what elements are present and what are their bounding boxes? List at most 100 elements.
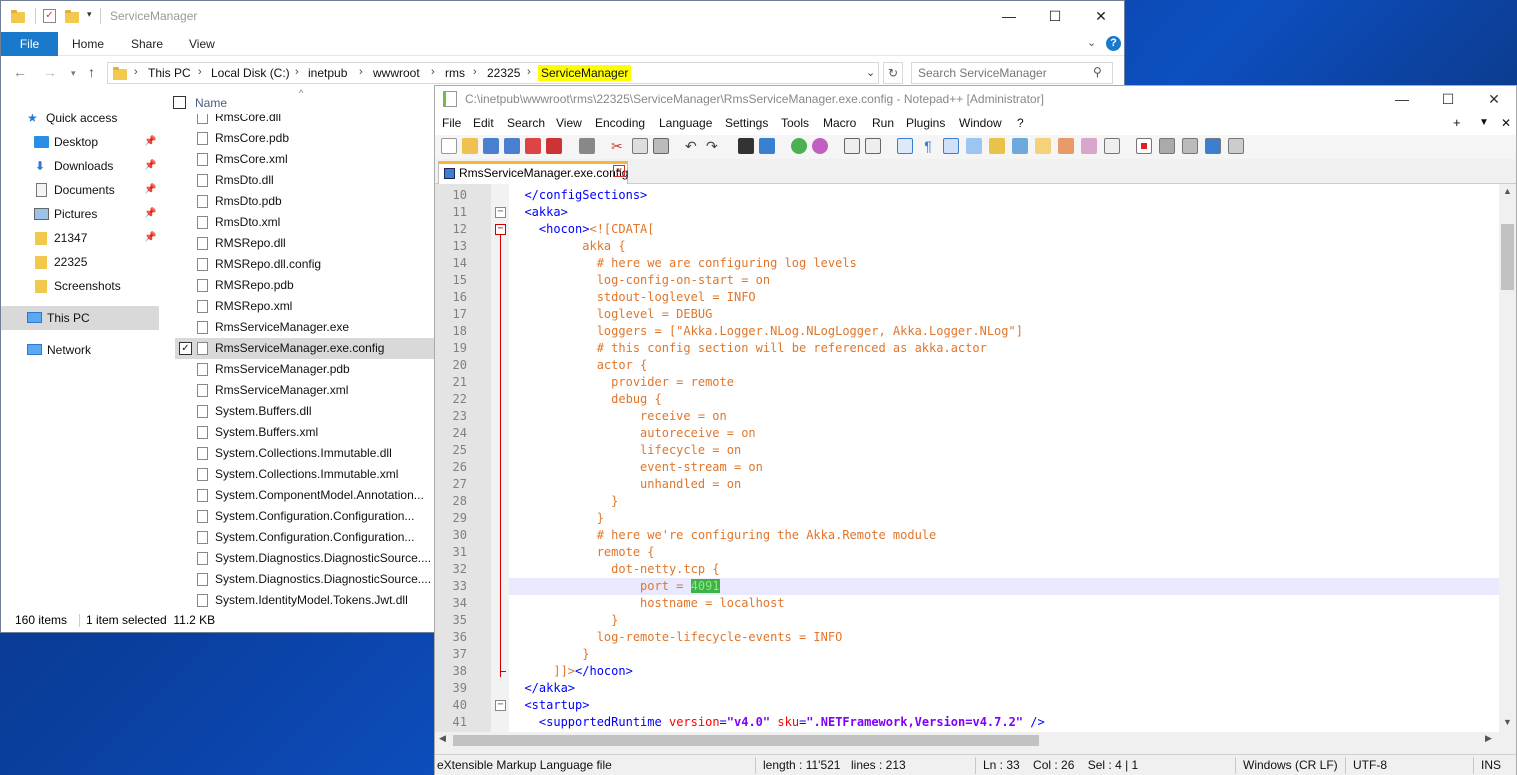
file-row[interactable]: RmsCore.xml — [175, 149, 435, 170]
doc-list-icon[interactable] — [1012, 138, 1028, 154]
new-folder-icon[interactable] — [65, 10, 79, 24]
fold-toggle-icon[interactable]: − — [495, 207, 506, 218]
file-row[interactable]: System.Collections.Immutable.xml — [175, 464, 435, 485]
menu-macro[interactable]: Macro — [823, 116, 856, 130]
tab-file[interactable]: File — [1, 32, 58, 56]
play-macro-icon[interactable] — [1182, 138, 1198, 154]
print-icon[interactable] — [579, 138, 595, 154]
new-tab-icon[interactable]: + — [1453, 115, 1461, 130]
file-row[interactable]: System.Collections.Immutable.dll — [175, 443, 435, 464]
back-arrow-icon[interactable]: ← — [13, 64, 27, 80]
copy-icon[interactable] — [632, 138, 648, 154]
scroll-right-icon[interactable]: ▶ — [1485, 733, 1492, 744]
menu-run[interactable]: Run — [872, 116, 894, 130]
close-button[interactable]: ✕ — [1078, 1, 1124, 32]
find-icon[interactable] — [738, 138, 754, 154]
vertical-scrollbar[interactable]: ▲ ▼ — [1499, 184, 1516, 732]
nav-item-desktop[interactable]: Desktop 📌 — [1, 130, 159, 154]
record-macro-icon[interactable] — [1136, 138, 1152, 154]
minimize-button[interactable]: — — [1379, 86, 1425, 113]
address-bar[interactable]: › This PC › Local Disk (C:) › inetpub › … — [107, 62, 879, 84]
tab-share[interactable]: Share — [131, 37, 163, 51]
menu-encoding[interactable]: Encoding — [595, 116, 645, 130]
file-row[interactable]: RMSRepo.dll.config — [175, 254, 435, 275]
sync-vertical-icon[interactable] — [844, 138, 860, 154]
tab-view[interactable]: View — [189, 37, 215, 51]
search-input[interactable]: Search ServiceManager ⚲ — [911, 62, 1113, 84]
save-icon[interactable] — [483, 138, 499, 154]
close-doc-icon[interactable]: ✕ — [1501, 116, 1511, 130]
menu-language[interactable]: Language — [659, 116, 712, 130]
hscroll-thumb[interactable] — [453, 735, 1039, 746]
nav-item-documents[interactable]: Documents 📌 — [1, 178, 159, 202]
sync-horizontal-icon[interactable] — [865, 138, 881, 154]
tab-rmsservicemanager-config[interactable]: RmsServiceManager.exe.config ✕ — [438, 161, 628, 184]
minimize-button[interactable]: — — [986, 1, 1032, 32]
nav-item-screenshots[interactable]: Screenshots — [1, 274, 159, 298]
save-all-icon[interactable] — [504, 138, 520, 154]
maximize-button[interactable]: ☐ — [1032, 1, 1078, 32]
file-row[interactable]: System.Diagnostics.DiagnosticSource.... — [175, 548, 435, 569]
run-macro-multiple-icon[interactable] — [1205, 138, 1221, 154]
menu-help[interactable]: ? — [1017, 116, 1024, 130]
forward-arrow-icon[interactable]: → — [43, 64, 57, 80]
indent-guide-icon[interactable] — [943, 138, 959, 154]
paste-icon[interactable] — [653, 138, 669, 154]
new-file-icon[interactable] — [441, 138, 457, 154]
close-tab-icon[interactable]: ✕ — [613, 165, 625, 177]
menu-search[interactable]: Search — [507, 116, 545, 130]
close-icon[interactable] — [525, 138, 541, 154]
search-icon[interactable]: ⚲ — [1093, 65, 1102, 79]
file-row[interactable]: RmsCore.pdb — [175, 128, 435, 149]
file-row[interactable]: RMSRepo.pdb — [175, 275, 435, 296]
help-icon[interactable]: ? — [1106, 36, 1121, 51]
scroll-down-icon[interactable]: ▼ — [1503, 717, 1512, 727]
nav-item-downloads[interactable]: ⬇ Downloads 📌 — [1, 154, 159, 178]
menu-edit[interactable]: Edit — [473, 116, 494, 130]
code-editor[interactable]: 10 </configSections> 11 <akka> 12 <hocon><… — [435, 184, 1499, 732]
breadcrumb-rms[interactable]: rms — [445, 66, 465, 80]
scroll-thumb[interactable] — [1501, 224, 1514, 290]
expand-ribbon-icon[interactable]: ⌄ — [1087, 36, 1096, 49]
menu-plugins[interactable]: Plugins — [906, 116, 945, 130]
column-header-name[interactable]: Name — [195, 96, 227, 110]
scroll-up-icon[interactable]: ▲ — [1503, 186, 1512, 196]
file-row[interactable]: System.ComponentModel.Annotation... — [175, 485, 435, 506]
nav-item-network[interactable]: Network — [1, 338, 159, 362]
menu-settings[interactable]: Settings — [725, 116, 768, 130]
fold-toggle-icon[interactable]: − — [495, 700, 506, 711]
customize-qat-icon[interactable]: ▾ — [87, 9, 92, 20]
nav-item-21347[interactable]: 21347 📌 — [1, 226, 159, 250]
horizontal-scrollbar[interactable]: ◀ ▶ — [435, 732, 1499, 749]
open-file-icon[interactable] — [462, 138, 478, 154]
recent-locations-icon[interactable]: ▾ — [71, 68, 76, 79]
close-all-icon[interactable] — [546, 138, 562, 154]
folder-as-workspace-icon[interactable] — [1081, 138, 1097, 154]
zoom-out-icon[interactable] — [812, 138, 828, 154]
function-list-icon[interactable] — [1035, 138, 1051, 154]
file-row[interactable]: System.Buffers.xml — [175, 422, 435, 443]
nav-item-22325[interactable]: 22325 — [1, 250, 159, 274]
file-row[interactable]: System.Diagnostics.DiagnosticSource.... — [175, 569, 435, 590]
file-row[interactable]: RmsCore.dll — [175, 114, 435, 128]
breadcrumb-inetpub[interactable]: inetpub — [308, 66, 347, 80]
replace-icon[interactable] — [759, 138, 775, 154]
fold-toggle-icon[interactable]: − — [495, 224, 506, 235]
file-row[interactable]: RMSRepo.xml — [175, 296, 435, 317]
up-arrow-icon[interactable]: ↑ — [88, 64, 95, 80]
breadcrumb-this-pc[interactable]: This PC — [148, 66, 191, 80]
file-row[interactable]: RmsDto.dll — [175, 170, 435, 191]
menu-tools[interactable]: Tools — [781, 116, 809, 130]
udl-icon[interactable] — [966, 138, 982, 154]
refresh-icon[interactable]: ↻ — [883, 62, 903, 84]
breadcrumb-servicemanager[interactable]: ServiceManager — [538, 65, 632, 81]
row-checkbox[interactable]: ✓ — [179, 342, 192, 355]
file-row[interactable]: RmsServiceManager.xml — [175, 380, 435, 401]
file-row[interactable]: RmsDto.pdb — [175, 191, 435, 212]
save-macro-icon[interactable] — [1228, 138, 1244, 154]
show-all-chars-icon[interactable]: ¶ — [920, 138, 936, 154]
file-row[interactable]: System.Buffers.dll — [175, 401, 435, 422]
breadcrumb-wwwroot[interactable]: wwwroot — [373, 66, 420, 80]
zoom-in-icon[interactable] — [791, 138, 807, 154]
monitoring-icon[interactable] — [1104, 138, 1120, 154]
